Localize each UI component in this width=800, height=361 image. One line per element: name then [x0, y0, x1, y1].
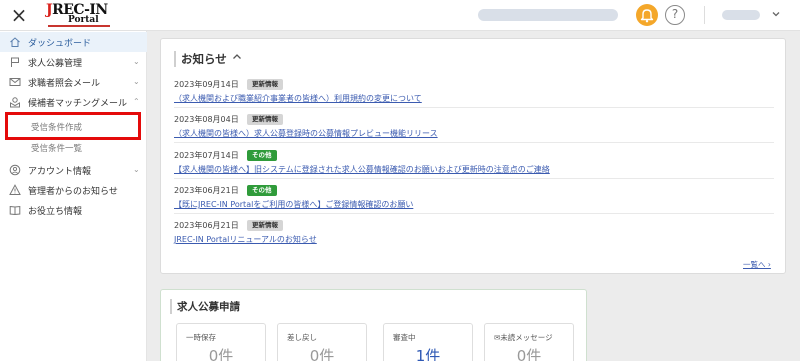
notice-badge: 更新情報 — [247, 79, 283, 90]
chevron-up-icon: ⌃ — [133, 97, 140, 106]
notice-badge: 更新情報 — [247, 220, 283, 231]
annotation-highlight-box — [5, 112, 141, 140]
notice-date: 2023年06月21日 — [174, 186, 239, 195]
sidebar-subitem-label: 受信条件一覧 — [31, 144, 83, 154]
notice-badge: その他 — [247, 185, 277, 196]
sidebar-item-label: 求人公募管理 — [28, 59, 83, 69]
sidebar-item-candidate-matching-mail[interactable]: 候補者マッチングメール ⌃ — [0, 92, 147, 112]
job-application-panel: 求人公募申請 一時保存 0件 差し戻し 0件 審査中 1件 ✉未読メッセージ 0… — [160, 289, 587, 361]
sidebar-item-account-info[interactable]: アカウント情報 ⌄ — [0, 160, 147, 180]
notice-item: 2023年06月21日 その他 【既にJREC-IN Portalをご利用の皆様… — [174, 182, 774, 214]
app-root: × JREC-IN Portal ? ダッシュボード 求人公募管理 ⌄ 求職者照… — [0, 0, 800, 361]
top-header: × JREC-IN Portal ? — [0, 0, 800, 31]
returned-count-card[interactable]: 差し戻し 0件 — [277, 323, 367, 361]
notice-item: 2023年09月14日 更新情報 （求人機関および職業紹介事業者の皆様へ）利用規… — [174, 76, 774, 108]
sidebar-item-label: 管理者からのお知らせ — [28, 187, 118, 197]
flag-icon — [11, 57, 19, 67]
sidebar-item-label: 候補者マッチングメール — [28, 99, 128, 109]
sidebar-item-job-management[interactable]: 求人公募管理 ⌄ — [0, 52, 147, 72]
sidebar-item-label: お役立ち情報 — [28, 207, 83, 217]
close-button[interactable]: × — [8, 3, 30, 27]
logo-underline — [48, 25, 110, 27]
card-value: 1件 — [415, 347, 441, 361]
chevron-up-icon — [233, 54, 241, 59]
notice-badge: 更新情報 — [247, 114, 283, 125]
notice-date: 2023年06月21日 — [174, 221, 239, 230]
sidebar: ダッシュボード 求人公募管理 ⌄ 求職者照会メール ⌄ 候補者マッチングメール … — [0, 31, 147, 361]
notice-link[interactable]: JREC-IN Portalリニューアルのお知らせ — [174, 234, 317, 245]
job-application-title: 求人公募申請 — [170, 299, 240, 314]
card-value: 0件 — [309, 347, 335, 361]
notice-item: 2023年06月21日 更新情報 JREC-IN Portalリニューアルのお知… — [174, 217, 774, 249]
chevron-down-icon[interactable] — [770, 8, 782, 20]
mail-match-icon — [10, 97, 20, 108]
notice-badge: その他 — [247, 150, 277, 161]
card-label: 一時保存 — [186, 333, 216, 342]
sidebar-item-seeker-mail[interactable]: 求職者照会メール ⌄ — [0, 72, 147, 92]
warning-icon — [9, 184, 21, 195]
jrec-in-logo[interactable]: JREC-IN Portal — [46, 2, 114, 29]
under-review-count-card[interactable]: 審査中 1件 — [383, 323, 473, 361]
card-value: 0件 — [208, 347, 234, 361]
sidebar-item-admin-notices[interactable]: 管理者からのお知らせ — [0, 180, 147, 200]
notice-date: 2023年08月04日 — [174, 115, 239, 124]
chevron-down-icon: ⌄ — [133, 77, 140, 86]
notice-link[interactable]: 【既にJREC-IN Portalをご利用の皆様へ】ご登録情報確認のお願い — [174, 199, 413, 210]
notices-panel: お知らせ 2023年09月14日 更新情報 （求人機関および職業紹介事業者の皆様… — [160, 38, 786, 274]
notice-link[interactable]: 【求人機関の皆様へ】旧システムに登録された求人公募情報確認のお願いおよび更新時の… — [174, 164, 550, 175]
notice-item: 2023年07月14日 その他 【求人機関の皆様へ】旧システムに登録された求人公… — [174, 147, 774, 179]
logo-text-portal: Portal — [68, 15, 99, 25]
sidebar-subitem-conditions-list[interactable]: 受信条件一覧 — [0, 137, 147, 157]
sidebar-item-label: アカウント情報 — [28, 167, 92, 177]
sidebar-item-dashboard[interactable]: ダッシュボード — [0, 32, 147, 52]
bell-icon — [640, 9, 654, 23]
user-info-blurred — [478, 9, 618, 21]
book-icon — [9, 205, 21, 216]
chevron-down-icon: ⌄ — [133, 165, 140, 174]
chevron-down-icon: ⌄ — [133, 57, 140, 66]
sidebar-item-label: ダッシュボード — [28, 39, 92, 49]
collapse-notices-button[interactable] — [231, 51, 243, 66]
card-label: 差し戻し — [287, 333, 317, 342]
account-name-blurred[interactable] — [722, 10, 760, 20]
view-all-notices-link[interactable]: 一覧へ › — [743, 259, 771, 270]
sidebar-item-useful-info[interactable]: お役立ち情報 — [0, 200, 147, 220]
bell-button[interactable] — [636, 4, 658, 26]
notice-date: 2023年09月14日 — [174, 80, 239, 89]
unread-messages-card[interactable]: ✉未読メッセージ 0件 — [484, 323, 574, 361]
card-label: 審査中 — [393, 333, 416, 342]
notices-title: お知らせ — [174, 51, 227, 67]
card-value: 0件 — [516, 347, 542, 361]
sidebar-item-label: 求職者照会メール — [28, 79, 101, 89]
notice-date: 2023年07月14日 — [174, 151, 239, 160]
mail-icon — [9, 78, 21, 86]
notice-link[interactable]: （求人機関の皆様へ）求人公募登録時の公募情報プレビュー機能リリース — [174, 128, 438, 139]
home-icon — [10, 37, 20, 47]
notice-link[interactable]: （求人機関および職業紹介事業者の皆様へ）利用規約の変更について — [174, 93, 422, 104]
account-icon — [9, 164, 21, 176]
notice-item: 2023年08月04日 更新情報 （求人機関の皆様へ）求人公募登録時の公募情報プ… — [174, 111, 774, 143]
header-divider — [704, 6, 705, 24]
help-button[interactable]: ? — [665, 5, 685, 25]
card-label: ✉未読メッセージ — [494, 333, 553, 342]
draft-count-card[interactable]: 一時保存 0件 — [176, 323, 266, 361]
